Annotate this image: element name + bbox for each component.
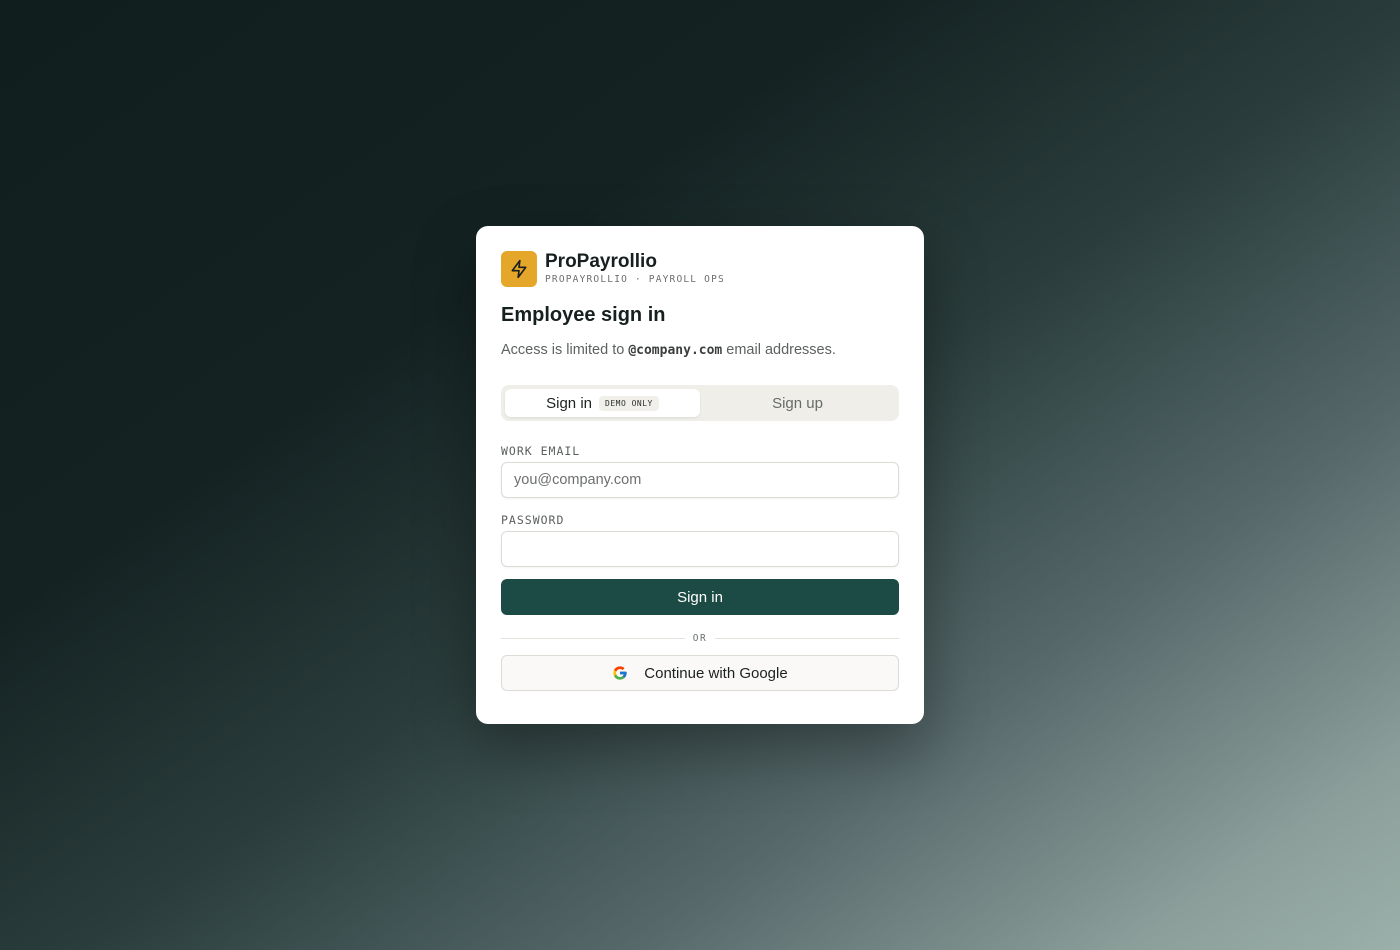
brand-logo <box>501 251 537 287</box>
page-subtitle: Access is limited to @company.com email … <box>501 340 899 361</box>
email-label: WORK EMAIL <box>501 444 581 458</box>
divider-line-right <box>715 637 900 639</box>
page-title: Employee sign in <box>501 304 666 326</box>
divider-line-left <box>501 637 685 639</box>
brand-header: ProPayrollio PROPAYROLLIO · PAYROLL OPS <box>501 251 899 287</box>
google-sign-in-button[interactable]: Continue with Google <box>501 655 899 691</box>
subtitle-suffix: email addresses. <box>722 342 836 358</box>
brand-tagline: PROPAYROLLIO · PAYROLL OPS <box>545 274 725 285</box>
tab-sign-up-label: Sign up <box>772 394 823 412</box>
divider-label: OR <box>692 632 708 644</box>
demo-only-badge: DEMO ONLY <box>599 395 659 411</box>
auth-tabs: Sign in DEMO ONLY Sign up <box>501 385 899 421</box>
brand-text: ProPayrollio PROPAYROLLIO · PAYROLL OPS <box>545 252 725 286</box>
google-button-label: Continue with Google <box>644 664 788 682</box>
email-field[interactable] <box>501 462 899 498</box>
password-field[interactable] <box>501 531 899 567</box>
tab-sign-in-label: Sign in <box>546 394 592 412</box>
lightning-bolt-icon <box>511 259 527 279</box>
or-divider: OR <box>501 631 900 645</box>
sign-in-button[interactable]: Sign in <box>501 579 899 615</box>
sign-in-card: ProPayrollio PROPAYROLLIO · PAYROLL OPS … <box>476 226 924 724</box>
tab-sign-up[interactable]: Sign up <box>700 389 895 417</box>
allowed-domain: @company.com <box>628 343 723 358</box>
tab-sign-in[interactable]: Sign in DEMO ONLY <box>505 389 700 417</box>
brand-name: ProPayrollio <box>545 251 657 272</box>
google-g-icon <box>613 666 627 680</box>
password-label: PASSWORD <box>501 513 565 527</box>
subtitle-prefix: Access is limited to <box>501 342 629 358</box>
